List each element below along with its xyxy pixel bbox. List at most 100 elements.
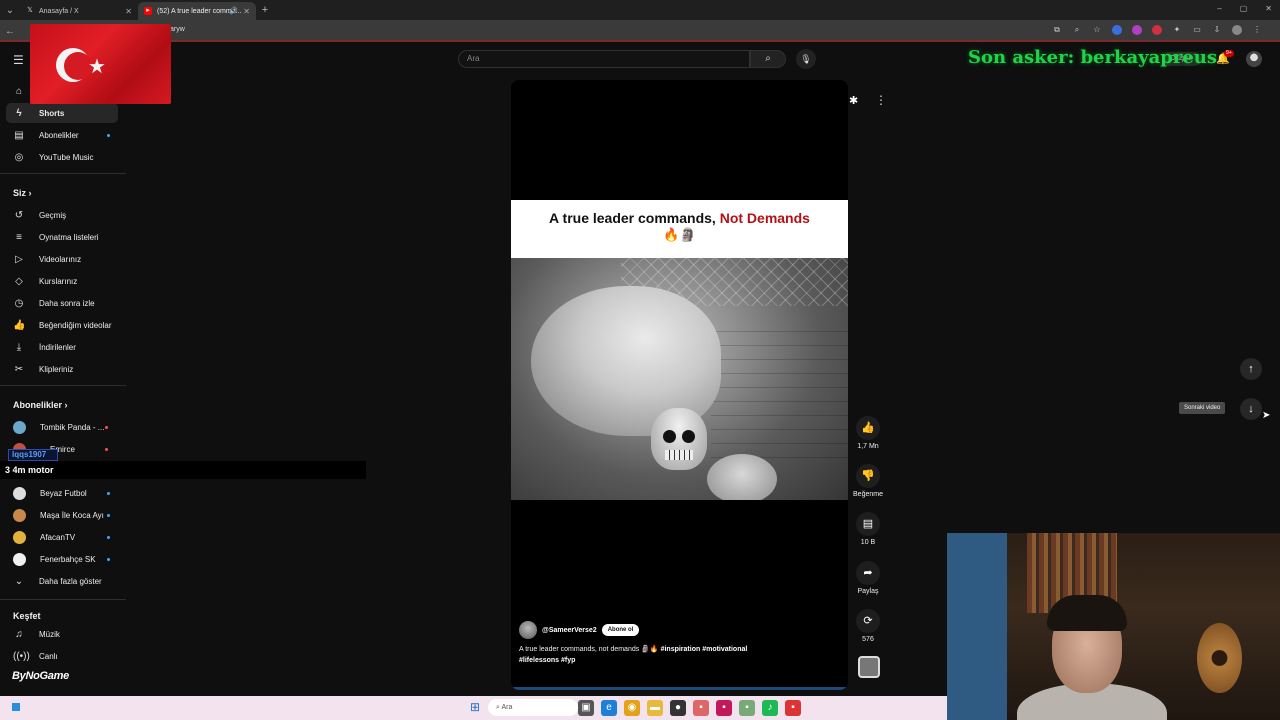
close-window-icon[interactable]: ✕ bbox=[1265, 4, 1272, 13]
sidebar-item-label: İndirilenler bbox=[39, 342, 76, 352]
folder-icon[interactable]: ▬ bbox=[647, 700, 663, 716]
extension-red-icon[interactable] bbox=[1152, 25, 1162, 35]
sidebar-section-subscriptions[interactable]: Abonelikler › bbox=[13, 400, 68, 410]
sidebar-item-subscription[interactable]: Maşa İle Koca Ayı bbox=[6, 505, 118, 525]
search-input[interactable]: Ara bbox=[458, 50, 750, 68]
puzzle-icon[interactable]: ✦ bbox=[1172, 25, 1182, 35]
show-more-button[interactable]: ⌄ Daha fazla göster bbox=[6, 571, 118, 591]
sidebar-item-subscription[interactable]: AfacanTV bbox=[6, 527, 118, 547]
channel-name[interactable]: @SameerVerse2 bbox=[542, 627, 597, 634]
hamburger-menu-icon[interactable]: ☰ bbox=[13, 53, 24, 67]
sidebar-item-playlists[interactable]: ≡ Oynatma listeleri bbox=[6, 227, 118, 247]
windows-logo-icon[interactable] bbox=[10, 701, 22, 713]
subscribe-button[interactable]: Abone ol bbox=[601, 624, 640, 636]
live-dot bbox=[105, 425, 108, 429]
avatar[interactable] bbox=[1246, 51, 1262, 67]
more-options-icon[interactable]: ⋮ bbox=[875, 93, 887, 107]
app-icon[interactable]: ▪ bbox=[739, 700, 755, 716]
sidebar-item-clips[interactable]: ✂ Klipleriniz bbox=[6, 359, 118, 379]
app-icon[interactable]: ▪ bbox=[716, 700, 732, 716]
address-bar-row: ← aryw ⧉ ⌕ ☆ ✦ ▭ ⇩ ⋮ bbox=[0, 20, 1280, 42]
sidebar-item-your-videos[interactable]: ▷ Videolarınız bbox=[6, 249, 118, 269]
music-note-icon: ♫ bbox=[15, 628, 23, 640]
sidebar-item-liked-videos[interactable]: 👍 Beğendiğim videolar bbox=[6, 315, 118, 335]
bookmark-star-icon[interactable]: ☆ bbox=[1092, 25, 1102, 35]
arrow-up-icon: ↑ bbox=[1248, 363, 1254, 375]
extension-blue-icon[interactable] bbox=[1112, 25, 1122, 35]
sidebar-item-label: Geçmiş bbox=[39, 210, 67, 220]
profile-avatar-icon[interactable] bbox=[1232, 25, 1242, 35]
playlist-icon: ≡ bbox=[16, 231, 22, 243]
sidebar-item-subscriptions[interactable]: ▤ Abonelikler bbox=[6, 125, 118, 145]
sidebar-item-history[interactable]: ↺ Geçmiş bbox=[6, 205, 118, 225]
sidebar-item-music[interactable]: ♫ Müzik bbox=[6, 624, 118, 644]
close-icon[interactable]: ✕ bbox=[125, 7, 132, 16]
sidebar-item-downloads[interactable]: ⤓ İndirilenler bbox=[6, 337, 118, 357]
comment-count: 10 B bbox=[860, 539, 876, 546]
sidebar-section-you[interactable]: Siz › bbox=[13, 188, 32, 198]
tab-x[interactable]: 𝕏 Anasayfa / X ✕ bbox=[20, 2, 138, 20]
next-video-button[interactable]: ↓ bbox=[1240, 398, 1262, 420]
new-tab-button[interactable]: + bbox=[256, 4, 274, 16]
minimize-icon[interactable]: – bbox=[1217, 4, 1221, 13]
sidebar-item-subscription[interactable]: Beyaz Futbol bbox=[6, 483, 118, 503]
spotify-icon[interactable]: ♪ bbox=[762, 700, 778, 716]
sidebar-item-courses[interactable]: ◇ Kurslarınız bbox=[6, 271, 118, 291]
sound-thumbnail[interactable] bbox=[858, 656, 880, 678]
taskbar-search[interactable]: ⌕ Ara bbox=[488, 699, 578, 716]
x-logo-icon: 𝕏 bbox=[27, 7, 33, 14]
sidebar-item-youtube-music[interactable]: ◎ YouTube Music bbox=[6, 147, 118, 167]
video-description[interactable]: A true leader commands, not demands 🗿🔥 #… bbox=[519, 644, 779, 666]
caption-text: A true leader commands, bbox=[549, 210, 716, 226]
browser-menu-icon[interactable]: ⋮ bbox=[1252, 25, 1262, 35]
tab-search-icon[interactable]: ⌄ bbox=[0, 0, 20, 20]
app-icon[interactable]: ▪ bbox=[785, 700, 801, 716]
voice-search-button[interactable]: 🎙 bbox=[796, 49, 816, 69]
sidebar-item-subscription[interactable]: Fenerbahçe SK bbox=[6, 549, 118, 569]
sidebar-panel-icon[interactable]: ▭ bbox=[1192, 25, 1202, 35]
remix-button[interactable]: ⟳ 576 bbox=[850, 609, 886, 643]
sidebar-item-live[interactable]: ((•)) Canlı bbox=[6, 646, 118, 666]
dislike-button[interactable]: 👎 Beğenme bbox=[850, 464, 886, 498]
taskbar-search-label: Ara bbox=[501, 704, 513, 711]
donation-username: lqqs1907 bbox=[8, 449, 58, 461]
download-bar-icon[interactable]: ⇩ bbox=[1212, 25, 1222, 35]
zoom-icon[interactable]: ⌕ bbox=[1072, 25, 1082, 35]
address-url[interactable]: aryw bbox=[170, 26, 185, 33]
live-icon: ((•)) bbox=[13, 650, 30, 662]
speaker-icon[interactable]: 🔊 bbox=[229, 7, 238, 15]
like-button[interactable]: 👍 1,7 Mn bbox=[850, 416, 886, 450]
task-view-icon[interactable]: ▣ bbox=[578, 700, 594, 716]
section-title: Siz bbox=[13, 188, 27, 198]
sidebar-item-watch-later[interactable]: ◷ Daha sonra izle bbox=[6, 293, 118, 313]
sidebar-item-shorts[interactable]: ϟ Shorts bbox=[6, 103, 118, 123]
cast-icon[interactable]: ⧉ bbox=[1052, 25, 1062, 35]
search-button[interactable]: ⌕ bbox=[750, 50, 786, 68]
shorts-player[interactable]: A true leader commands, Not Demands 🔥🗿 @… bbox=[511, 80, 848, 690]
comments-button[interactable]: ▤ 10 B bbox=[850, 512, 886, 546]
maximize-icon[interactable]: ▢ bbox=[1240, 4, 1248, 13]
chevron-right-icon: › bbox=[64, 400, 68, 410]
new-content-dot bbox=[107, 513, 110, 517]
sidebar-item-label: YouTube Music bbox=[39, 152, 94, 162]
close-icon[interactable]: ✕ bbox=[243, 7, 250, 16]
back-arrow-icon[interactable]: ← bbox=[0, 26, 20, 37]
app-icon[interactable]: ▪ bbox=[693, 700, 709, 716]
channel-avatar bbox=[13, 486, 26, 500]
settings-gear-icon[interactable]: ✱ bbox=[849, 94, 858, 107]
share-button[interactable]: ➦ Paylaş bbox=[850, 561, 886, 595]
channel-avatar[interactable] bbox=[519, 621, 537, 639]
tab-youtube[interactable]: ▸ (52) A true leader comma... 🔊 ✕ bbox=[138, 2, 256, 20]
sidebar-item-subscription[interactable]: Tombik Panda - ... bbox=[6, 417, 118, 437]
home-icon: ⌂ bbox=[15, 85, 23, 97]
start-button-icon[interactable]: ⊞ bbox=[468, 700, 482, 714]
previous-video-button[interactable]: ↑ bbox=[1240, 358, 1262, 380]
edge-icon[interactable]: e bbox=[601, 700, 617, 716]
sidebar-item-label: Klipleriniz bbox=[39, 364, 74, 374]
obs-icon[interactable]: ● bbox=[670, 700, 686, 716]
video-caption-band: A true leader commands, Not Demands 🔥🗿 bbox=[511, 200, 848, 258]
extension-purple-icon[interactable] bbox=[1132, 25, 1142, 35]
live-dot bbox=[105, 447, 108, 451]
chrome-icon[interactable]: ◉ bbox=[624, 700, 640, 716]
sidebar-item-label: Daha sonra izle bbox=[39, 298, 95, 308]
